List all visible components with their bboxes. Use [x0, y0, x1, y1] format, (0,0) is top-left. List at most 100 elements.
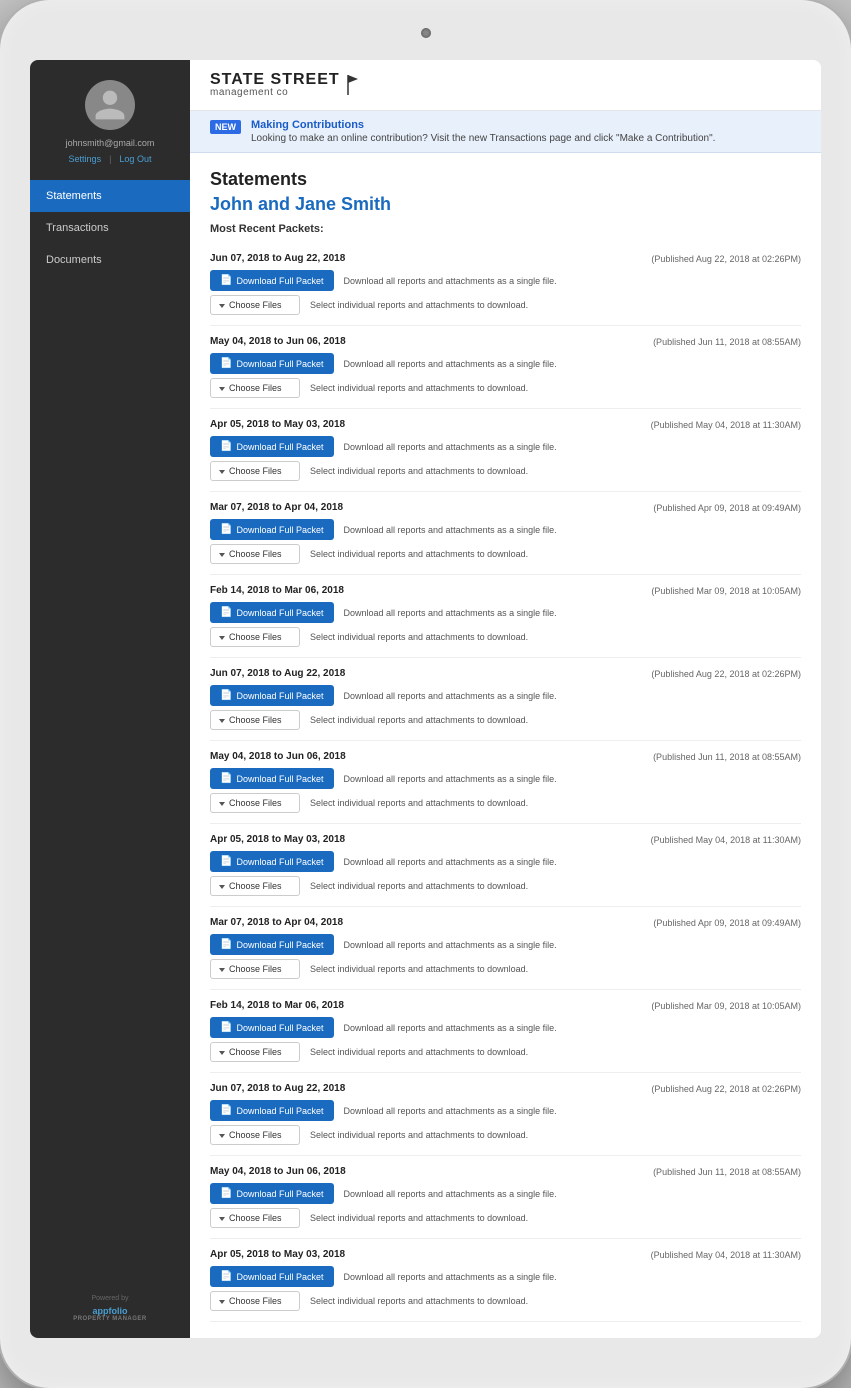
download-full-packet-button[interactable]: 📄 Download Full Packet [210, 851, 334, 872]
banner-body: Looking to make an online contribution? … [251, 133, 715, 144]
choose-files-button[interactable]: Choose Files [210, 876, 300, 896]
download-full-packet-button[interactable]: 📄 Download Full Packet [210, 519, 334, 540]
page-content: Statements John and Jane Smith Most Rece… [190, 153, 821, 1338]
packet-published: (Published Mar 09, 2018 at 10:05AM) [651, 1001, 801, 1011]
packet-published: (Published May 04, 2018 at 11:30AM) [651, 420, 801, 430]
download-full-packet-button[interactable]: 📄 Download Full Packet [210, 353, 334, 374]
banner-badge: NEW [210, 120, 241, 134]
download-full-packet-button[interactable]: 📄 Download Full Packet [210, 602, 334, 623]
flag-icon [344, 73, 360, 97]
packet-choose-row: Choose Files Select individual reports a… [210, 1291, 801, 1311]
choose-files-button[interactable]: Choose Files [210, 461, 300, 481]
packet-header: Apr 05, 2018 to May 03, 2018 (Published … [210, 834, 801, 845]
packet-date-range: Mar 07, 2018 to Apr 04, 2018 [210, 917, 343, 928]
logo-line1: STATE STREET [210, 72, 340, 88]
packet-published: (Published May 04, 2018 at 11:30AM) [651, 1250, 801, 1260]
choose-files-button[interactable]: Choose Files [210, 295, 300, 315]
packet-download-row: 📄 Download Full Packet Download all repo… [210, 1183, 801, 1204]
packet-download-row: 📄 Download Full Packet Download all repo… [210, 1100, 801, 1121]
download-description: Download all reports and attachments as … [344, 608, 557, 618]
packet-download-row: 📄 Download Full Packet Download all repo… [210, 519, 801, 540]
download-full-packet-button[interactable]: 📄 Download Full Packet [210, 1100, 334, 1121]
choose-files-button[interactable]: Choose Files [210, 1125, 300, 1145]
packet-item: Apr 05, 2018 to May 03, 2018 (Published … [210, 1239, 801, 1322]
packet-header: Apr 05, 2018 to May 03, 2018 (Published … [210, 1249, 801, 1260]
sidebar-links: Settings | Log Out [69, 154, 152, 164]
settings-link[interactable]: Settings [69, 154, 102, 164]
choose-description: Select individual reports and attachment… [310, 383, 528, 393]
logo-text: STATE STREET management co [210, 72, 360, 98]
sidebar-email: johnsmith@gmail.com [58, 138, 163, 148]
download-icon: 📄 [220, 1188, 232, 1199]
packet-actions: 📄 Download Full Packet Download all repo… [210, 1100, 801, 1145]
packet-actions: 📄 Download Full Packet Download all repo… [210, 685, 801, 730]
packet-choose-row: Choose Files Select individual reports a… [210, 1208, 801, 1228]
download-full-packet-button[interactable]: 📄 Download Full Packet [210, 1266, 334, 1287]
download-icon: 📄 [220, 441, 232, 452]
packet-published: (Published Jun 11, 2018 at 08:55AM) [653, 337, 801, 347]
tablet-camera [421, 28, 431, 38]
packet-actions: 📄 Download Full Packet Download all repo… [210, 602, 801, 647]
choose-files-button[interactable]: Choose Files [210, 544, 300, 564]
packet-item: Mar 07, 2018 to Apr 04, 2018 (Published … [210, 492, 801, 575]
logout-link[interactable]: Log Out [119, 154, 151, 164]
sidebar-footer: Powered by appfolio PROPERTY MANAGER [57, 1279, 163, 1338]
download-icon: 📄 [220, 856, 232, 867]
packet-published: (Published Aug 22, 2018 at 02:26PM) [651, 669, 801, 679]
choose-description: Select individual reports and attachment… [310, 798, 528, 808]
chevron-down-icon [219, 553, 225, 557]
download-description: Download all reports and attachments as … [344, 774, 557, 784]
appfolio-logo: appfolio PROPERTY MANAGER [73, 1306, 147, 1322]
packet-published: (Published Aug 22, 2018 at 02:26PM) [651, 254, 801, 264]
packet-actions: 📄 Download Full Packet Download all repo… [210, 851, 801, 896]
download-full-packet-button[interactable]: 📄 Download Full Packet [210, 270, 334, 291]
sidebar-item-statements[interactable]: Statements [30, 180, 190, 212]
download-full-packet-button[interactable]: 📄 Download Full Packet [210, 1183, 334, 1204]
download-full-packet-button[interactable]: 📄 Download Full Packet [210, 685, 334, 706]
packet-date-range: May 04, 2018 to Jun 06, 2018 [210, 1166, 346, 1177]
link-separator: | [109, 154, 111, 164]
packet-item: Mar 07, 2018 to Apr 04, 2018 (Published … [210, 907, 801, 990]
choose-files-button[interactable]: Choose Files [210, 378, 300, 398]
choose-files-button[interactable]: Choose Files [210, 959, 300, 979]
download-icon: 📄 [220, 1022, 232, 1033]
download-full-packet-button[interactable]: 📄 Download Full Packet [210, 934, 334, 955]
choose-files-button[interactable]: Choose Files [210, 627, 300, 647]
download-description: Download all reports and attachments as … [344, 1106, 557, 1116]
download-icon: 📄 [220, 524, 232, 535]
packet-download-row: 📄 Download Full Packet Download all repo… [210, 353, 801, 374]
packet-date-range: Apr 05, 2018 to May 03, 2018 [210, 834, 345, 845]
sidebar-item-transactions[interactable]: Transactions [30, 212, 190, 244]
packet-header: Jun 07, 2018 to Aug 22, 2018 (Published … [210, 668, 801, 679]
packet-date-range: Feb 14, 2018 to Mar 06, 2018 [210, 1000, 344, 1011]
download-icon: 📄 [220, 607, 232, 618]
chevron-down-icon [219, 470, 225, 474]
download-icon: 📄 [220, 690, 232, 701]
packet-date-range: Apr 05, 2018 to May 03, 2018 [210, 1249, 345, 1260]
download-full-packet-button[interactable]: 📄 Download Full Packet [210, 768, 334, 789]
choose-description: Select individual reports and attachment… [310, 1296, 528, 1306]
packet-choose-row: Choose Files Select individual reports a… [210, 1042, 801, 1062]
packet-header: Jun 07, 2018 to Aug 22, 2018 (Published … [210, 253, 801, 264]
choose-files-button[interactable]: Choose Files [210, 710, 300, 730]
packet-actions: 📄 Download Full Packet Download all repo… [210, 519, 801, 564]
download-full-packet-button[interactable]: 📄 Download Full Packet [210, 436, 334, 457]
choose-files-button[interactable]: Choose Files [210, 1291, 300, 1311]
choose-description: Select individual reports and attachment… [310, 466, 528, 476]
choose-files-button[interactable]: Choose Files [210, 793, 300, 813]
packet-header: Feb 14, 2018 to Mar 06, 2018 (Published … [210, 1000, 801, 1011]
chevron-down-icon [219, 1300, 225, 1304]
choose-files-button[interactable]: Choose Files [210, 1208, 300, 1228]
packet-download-row: 📄 Download Full Packet Download all repo… [210, 270, 801, 291]
packet-header: Apr 05, 2018 to May 03, 2018 (Published … [210, 419, 801, 430]
choose-description: Select individual reports and attachment… [310, 300, 528, 310]
download-full-packet-button[interactable]: 📄 Download Full Packet [210, 1017, 334, 1038]
choose-files-button[interactable]: Choose Files [210, 1042, 300, 1062]
packet-choose-row: Choose Files Select individual reports a… [210, 295, 801, 315]
page-title: Statements [210, 169, 801, 190]
sidebar-item-documents[interactable]: Documents [30, 244, 190, 276]
tablet-frame: johnsmith@gmail.com Settings | Log Out S… [0, 0, 851, 1388]
chevron-down-icon [219, 304, 225, 308]
packet-item: May 04, 2018 to Jun 06, 2018 (Published … [210, 1156, 801, 1239]
download-icon: 📄 [220, 1105, 232, 1116]
